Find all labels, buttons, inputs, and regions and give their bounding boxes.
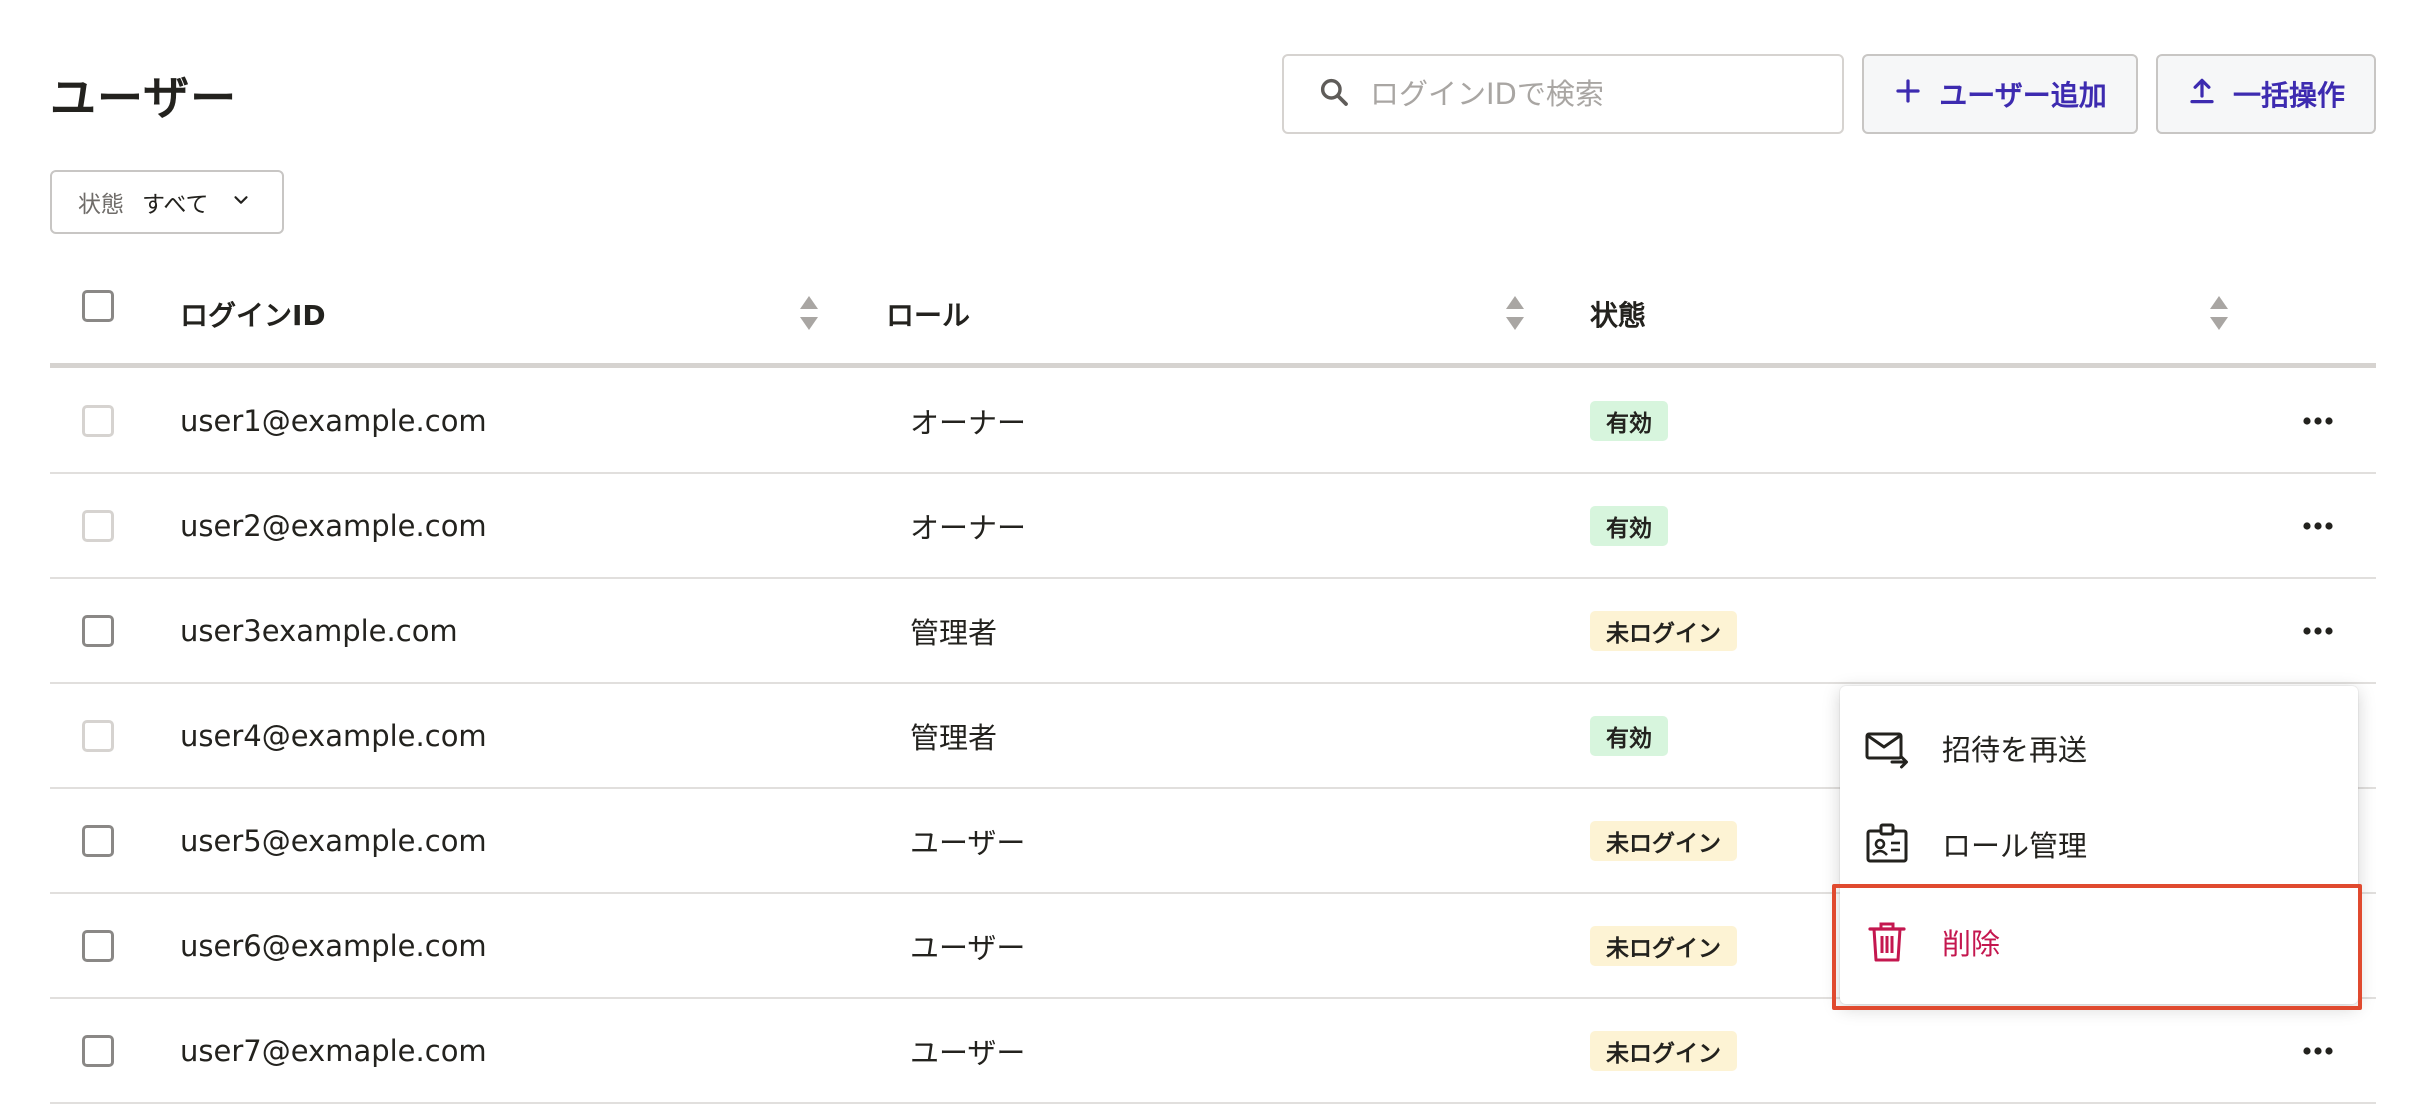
sort-icon[interactable] xyxy=(2208,288,2230,338)
table-row: user1@example.com オーナー 有効 xyxy=(50,369,2376,474)
table-row: user3example.com 管理者 未ログイン xyxy=(50,579,2376,684)
status-badge: 有効 xyxy=(1590,506,1668,546)
plus-icon xyxy=(1893,76,1939,113)
row-menu-button[interactable] xyxy=(2296,613,2340,649)
column-header-status[interactable]: 状態 xyxy=(1590,264,1646,364)
row-checkbox[interactable] xyxy=(82,615,114,647)
login-id-cell: user5@example.com xyxy=(180,823,487,858)
column-header-role[interactable]: ロール xyxy=(886,264,970,364)
login-id-cell: user6@example.com xyxy=(180,928,487,963)
login-id-cell: user7@exmaple.com xyxy=(180,1033,487,1068)
mail-forward-icon xyxy=(1865,732,1908,769)
upload-icon xyxy=(2187,76,2233,113)
row-checkbox[interactable] xyxy=(82,930,114,962)
row-checkbox[interactable] xyxy=(82,405,114,437)
login-id-cell: user2@example.com xyxy=(180,508,487,543)
table-row: user2@example.com オーナー 有効 xyxy=(50,474,2376,579)
status-badge: 有効 xyxy=(1590,401,1668,441)
bulk-action-label: 一括操作 xyxy=(2232,79,2345,112)
id-badge-icon xyxy=(1866,823,1908,863)
row-checkbox[interactable] xyxy=(82,510,114,542)
bulk-action-button[interactable]: 一括操作 xyxy=(2156,54,2376,134)
sort-icon[interactable] xyxy=(798,288,820,338)
row-menu-button[interactable] xyxy=(2296,1033,2340,1069)
menu-item-label: 招待を再送 xyxy=(1942,733,2088,767)
row-menu-button[interactable] xyxy=(2296,508,2340,544)
trash-icon xyxy=(1868,922,1906,962)
chevron-down-icon xyxy=(208,189,252,215)
role-cell: オーナー xyxy=(910,510,1027,545)
status-badge: 未ログイン xyxy=(1590,926,1737,966)
row-action-menu: 招待を再送 ロール管理 削除 xyxy=(1840,686,2358,1004)
role-cell: ユーザー xyxy=(910,1035,1026,1070)
status-filter-value: すべて xyxy=(142,192,209,218)
search-input[interactable] xyxy=(1370,77,1830,111)
search-icon xyxy=(1318,76,1350,112)
role-cell: ユーザー xyxy=(910,930,1026,965)
status-filter-label: 状態 xyxy=(78,192,124,218)
role-cell: ユーザー xyxy=(910,825,1026,860)
login-id-cell: user4@example.com xyxy=(180,718,487,753)
more-horizontal-icon xyxy=(2303,417,2333,425)
status-badge: 未ログイン xyxy=(1590,1031,1737,1071)
more-horizontal-icon xyxy=(2303,1047,2333,1055)
status-badge: 未ログイン xyxy=(1590,611,1737,651)
login-id-cell: user3example.com xyxy=(180,613,458,648)
column-header-login-id[interactable]: ログインID xyxy=(180,264,326,364)
more-horizontal-icon xyxy=(2303,522,2333,530)
menu-item-delete[interactable]: 削除 xyxy=(1840,894,2358,990)
row-checkbox[interactable] xyxy=(82,720,114,752)
row-menu-button[interactable] xyxy=(2296,403,2340,439)
role-cell: 管理者 xyxy=(910,615,998,650)
role-cell: 管理者 xyxy=(910,720,998,755)
login-id-cell: user1@example.com xyxy=(180,403,487,438)
add-user-label: ユーザー追加 xyxy=(1939,79,2107,112)
search-box[interactable] xyxy=(1282,54,1844,134)
row-checkbox[interactable] xyxy=(82,825,114,857)
more-horizontal-icon xyxy=(2303,627,2333,635)
table-row: user7@exmaple.com ユーザー 未ログイン xyxy=(50,999,2376,1104)
status-badge: 未ログイン xyxy=(1590,821,1737,861)
page-title: ユーザー xyxy=(50,71,238,125)
role-cell: オーナー xyxy=(910,405,1027,440)
status-badge: 有効 xyxy=(1590,716,1668,756)
row-checkbox[interactable] xyxy=(82,1035,114,1067)
sort-icon[interactable] xyxy=(1504,288,1526,338)
table-header: ログインID ロール 状態 xyxy=(50,264,2376,368)
menu-item-label: 削除 xyxy=(1942,927,2001,961)
menu-item-resend-invite[interactable]: 招待を再送 xyxy=(1840,700,2358,796)
add-user-button[interactable]: ユーザー追加 xyxy=(1862,54,2138,134)
select-all-checkbox[interactable] xyxy=(82,290,114,322)
status-filter-dropdown[interactable]: 状態 すべて xyxy=(50,170,284,234)
menu-item-label: ロール管理 xyxy=(1942,829,2088,863)
menu-item-role-management[interactable]: ロール管理 xyxy=(1840,796,2358,892)
